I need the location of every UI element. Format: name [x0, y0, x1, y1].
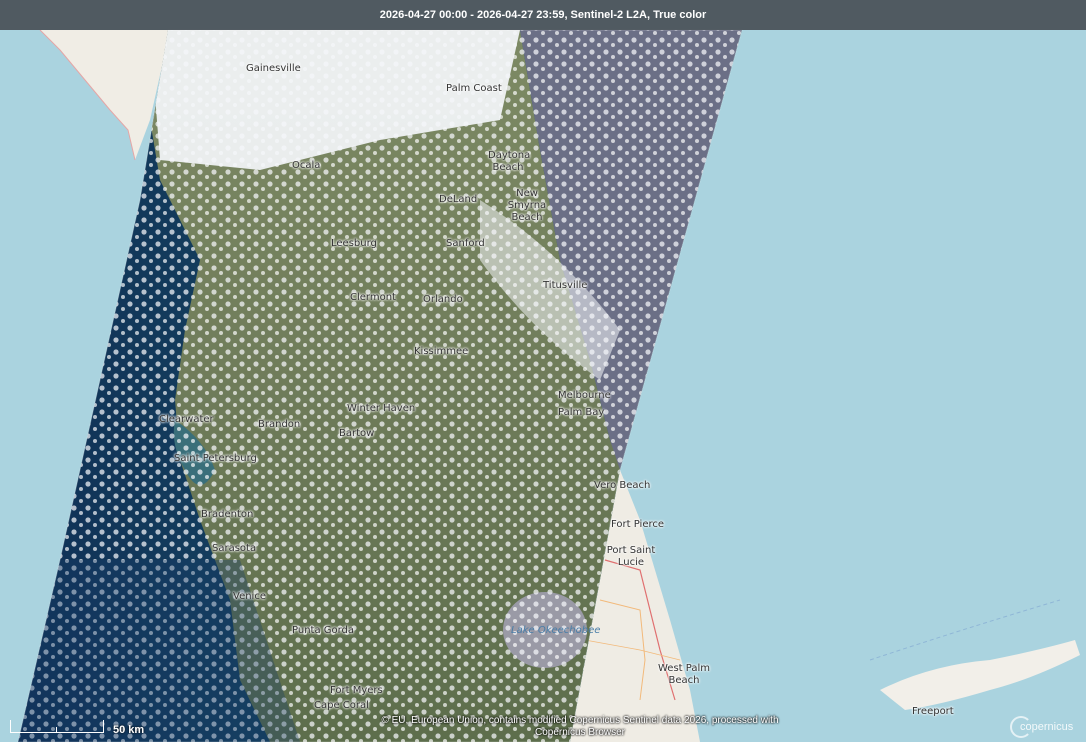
place-label: Winter Haven — [347, 403, 416, 414]
scale-bar — [10, 720, 104, 733]
place-label: Fort Pierce — [611, 519, 665, 530]
place-label: Sanford — [446, 238, 485, 249]
place-label: Vero Beach — [594, 480, 651, 491]
place-label: Titusville — [543, 280, 588, 291]
place-label: Melbourne — [558, 390, 611, 401]
place-label: Leesburg — [331, 238, 377, 249]
place-label: Palm Coast — [446, 83, 502, 94]
place-label: Gainesville — [246, 63, 301, 74]
place-label: West Palm Beach — [658, 663, 710, 686]
attribution-text: © EU, European Union, contains modified … — [381, 715, 779, 738]
place-label: Clermont — [350, 292, 396, 303]
place-label: New Smyrna Beach — [507, 188, 547, 223]
place-label: Fort Myers — [330, 685, 383, 696]
place-label: Bartow — [339, 428, 375, 439]
place-label: Orlando — [423, 294, 463, 305]
place-label: Palm Bay — [558, 407, 605, 418]
place-label: Venice — [233, 591, 266, 602]
place-label: Bradenton — [201, 509, 254, 520]
imagery-title: 2026-04-27 00:00 - 2026-04-27 23:59, Sen… — [379, 9, 707, 21]
copernicus-logo: copernicus — [1010, 716, 1082, 738]
place-label: Daytona Beach — [488, 150, 531, 173]
place-label: Sarasota — [212, 543, 257, 554]
scale-label: 50 km — [113, 724, 145, 736]
place-label: DeLand — [439, 194, 478, 205]
lake-label: Lake Okeechobee — [511, 625, 601, 636]
place-label: Punta Gorda — [292, 625, 355, 636]
copernicus-logo-text: copernicus — [1020, 721, 1074, 733]
place-label: Cape Coral — [314, 700, 369, 711]
place-label: Saint Petersburg — [174, 453, 257, 464]
place-label: Brandon — [258, 419, 301, 430]
place-label: Ocala — [292, 160, 321, 171]
place-label: Freeport — [912, 706, 954, 717]
place-label: Port Saint Lucie — [606, 545, 656, 568]
place-label: Clearwater — [159, 414, 214, 425]
imagery-info-bar: 2026-04-27 00:00 - 2026-04-27 23:59, Sen… — [0, 0, 1086, 30]
place-label: Kissimmee — [414, 346, 469, 357]
